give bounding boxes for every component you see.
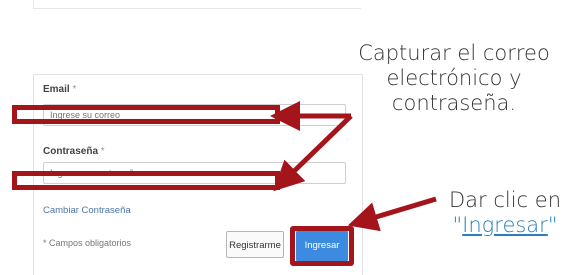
annotation-arrows xyxy=(270,101,437,232)
arrow-to-password xyxy=(273,114,353,192)
arrow-to-login-button xyxy=(347,196,437,232)
